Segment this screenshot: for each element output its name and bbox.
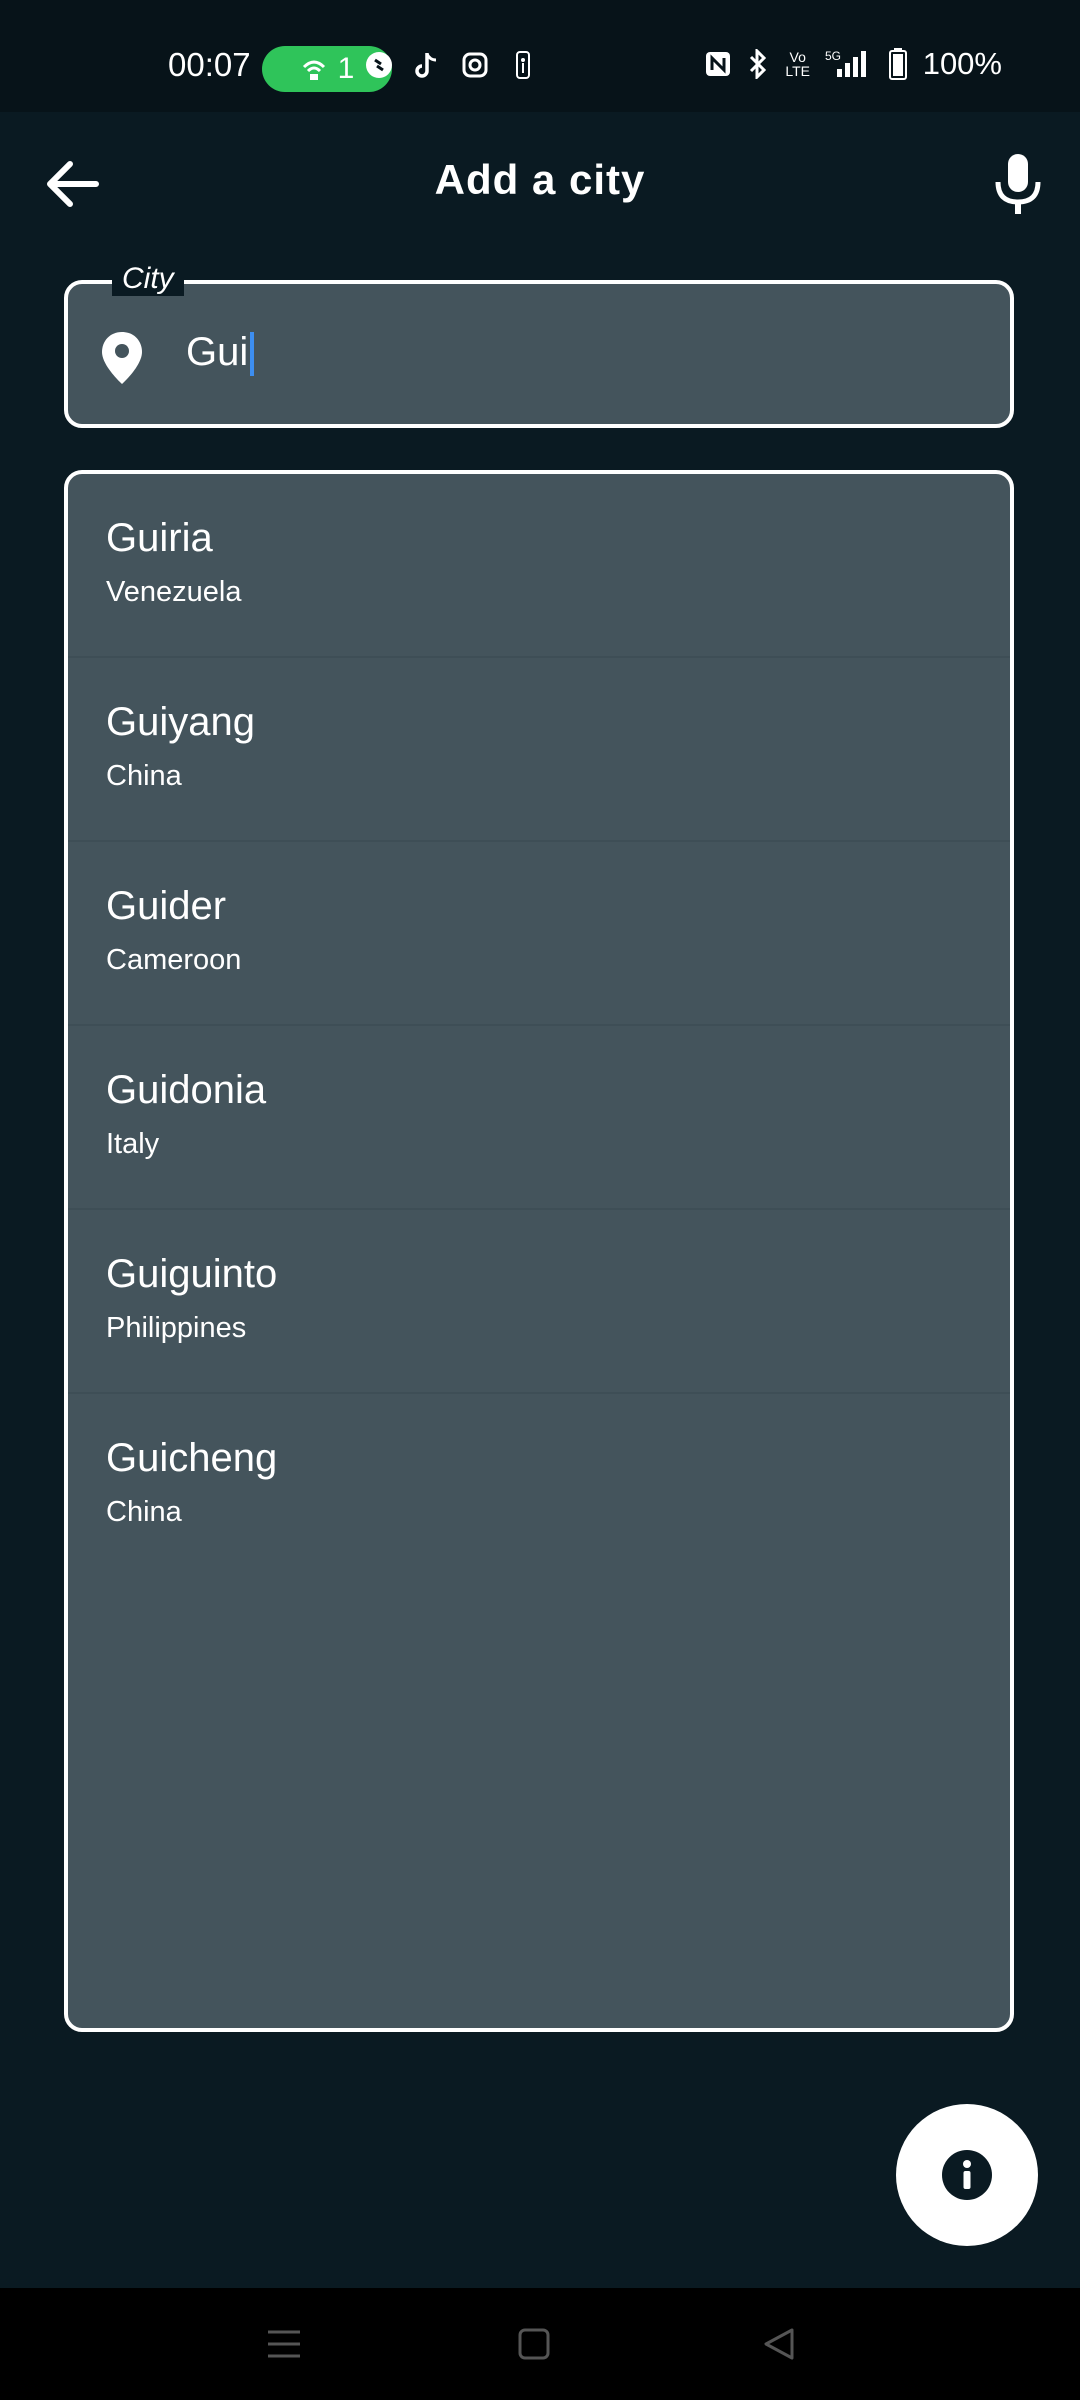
list-item[interactable]: Guiyang China xyxy=(68,658,1010,842)
result-country: China xyxy=(106,1496,182,1528)
square-icon xyxy=(518,2328,550,2360)
text-caret xyxy=(250,332,255,377)
list-item[interactable]: Guidonia Italy xyxy=(68,1026,1010,1210)
city-suggestions-list: Guiria Venezuela Guiyang China Guider Ca… xyxy=(64,470,1014,2032)
result-city: Guiguinto xyxy=(106,1252,278,1296)
location-pin-icon xyxy=(100,330,144,386)
home-button[interactable] xyxy=(512,2324,556,2364)
result-country: Philippines xyxy=(106,1312,247,1344)
city-input-text: Gui xyxy=(186,330,249,374)
bluetooth-icon xyxy=(743,49,773,79)
volte-icon: Vo LTE xyxy=(785,49,811,79)
menu-icon xyxy=(268,2330,300,2358)
result-city: Guicheng xyxy=(106,1436,278,1480)
back-nav-button[interactable] xyxy=(758,2324,802,2364)
svg-text:5G: 5G xyxy=(825,49,841,63)
list-item[interactable]: Guiguinto Philippines xyxy=(68,1210,1010,1394)
shazam-icon xyxy=(364,50,394,80)
tiktok-icon xyxy=(412,50,442,80)
result-city: Guidonia xyxy=(106,1068,267,1112)
result-city: Guiyang xyxy=(106,700,255,744)
page-title: Add a city xyxy=(434,156,646,203)
nfc-icon xyxy=(703,49,733,79)
battery-percent: 100% xyxy=(922,46,1002,81)
nba-icon xyxy=(508,50,538,80)
top-app-bar: Add a city xyxy=(0,112,1080,256)
status-time: 00:07 xyxy=(168,46,251,83)
microphone-icon xyxy=(995,154,1041,214)
city-field-label: City xyxy=(112,262,184,296)
result-city: Guider xyxy=(106,884,227,928)
result-country: Venezuela xyxy=(106,576,242,608)
list-item[interactable]: Guiria Venezuela xyxy=(68,474,1010,658)
list-item[interactable]: Guicheng China xyxy=(68,1394,1010,1578)
5g-signal-icon: 5G xyxy=(823,49,873,79)
result-city: Guiria xyxy=(106,516,213,560)
triangle-back-icon xyxy=(764,2328,794,2360)
voice-search-button[interactable] xyxy=(992,152,1044,216)
info-icon xyxy=(942,2150,992,2200)
recents-button[interactable] xyxy=(262,2324,306,2364)
system-nav-bar xyxy=(0,2288,1080,2400)
status-bar: 00:07 1 Vo LTE 5G 100% xyxy=(0,0,1080,112)
instagram-icon xyxy=(460,50,490,80)
hotspot-icon xyxy=(302,60,325,80)
result-country: Italy xyxy=(106,1128,160,1160)
city-input[interactable]: Gui xyxy=(186,330,255,377)
result-country: Cameroon xyxy=(106,944,242,976)
result-country: China xyxy=(106,760,182,792)
hotspot-count: 1 xyxy=(337,52,355,85)
info-button[interactable] xyxy=(896,2104,1038,2246)
battery-icon xyxy=(883,48,913,80)
list-item[interactable]: Guider Cameroon xyxy=(68,842,1010,1026)
